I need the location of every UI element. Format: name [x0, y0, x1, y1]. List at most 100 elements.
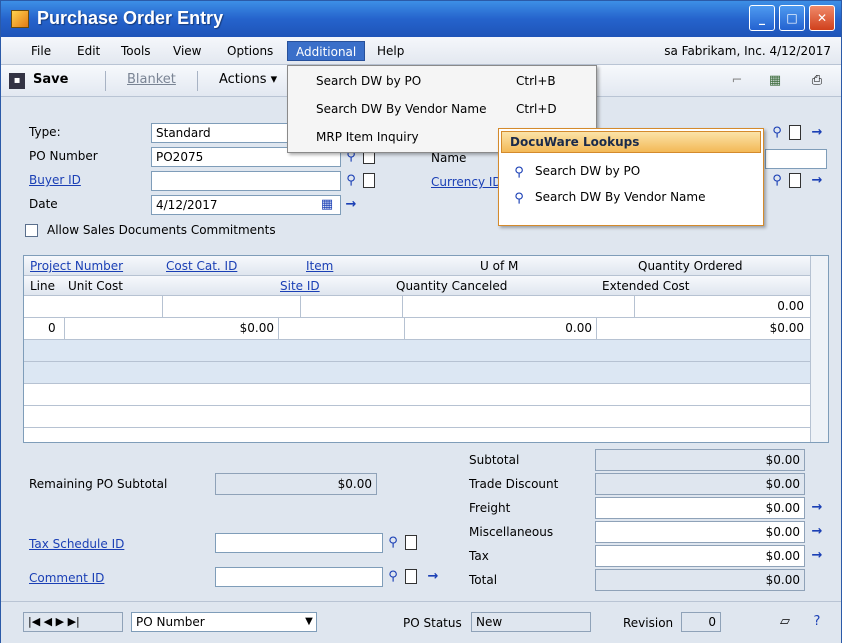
tax-field[interactable]: $0.00	[595, 545, 805, 567]
line-cell[interactable]: 0	[48, 318, 56, 338]
date-field[interactable]: 4/12/2017	[151, 195, 341, 215]
grid-header-row: Project Number Cost Cat. ID Item U of M …	[24, 256, 810, 276]
site-id-column[interactable]: Site ID	[280, 276, 320, 296]
freight-expand-icon[interactable]: →	[809, 500, 825, 516]
maximize-button[interactable]: □	[779, 5, 805, 31]
u-of-m-column: U of M	[480, 259, 519, 273]
sort-by-select[interactable]: PO Number	[131, 612, 317, 632]
vendor-expand-icon[interactable]: →	[809, 125, 825, 141]
subtotal-field: $0.00	[595, 449, 805, 471]
vendor-name-label: Name	[431, 151, 467, 165]
menu-edit[interactable]: Edit	[69, 41, 108, 61]
tax-schedule-id-field[interactable]	[215, 533, 383, 553]
grid-scrollbar[interactable]	[810, 256, 828, 442]
blanket-button[interactable]: Blanket	[127, 72, 176, 87]
search-icon: ⚲	[514, 191, 524, 206]
close-button[interactable]: ✕	[809, 5, 835, 31]
save-button[interactable]: Save	[33, 72, 68, 87]
table-row[interactable]	[24, 406, 810, 428]
currency-note-icon[interactable]	[789, 173, 801, 188]
record-navigation[interactable]: |◀ ◀ ▶ ▶|	[23, 612, 123, 632]
menu-view[interactable]: View	[165, 41, 209, 61]
note-icon[interactable]: ▱	[777, 614, 793, 630]
remaining-po-subtotal-label: Remaining PO Subtotal	[29, 477, 168, 491]
buyer-id-field[interactable]	[151, 171, 341, 191]
comment-id-link[interactable]: Comment ID	[29, 571, 104, 585]
actions-button[interactable]: Actions ▾	[219, 72, 277, 87]
note-icon[interactable]	[405, 535, 417, 550]
miscellaneous-field[interactable]: $0.00	[595, 521, 805, 543]
menu-file[interactable]: File	[23, 41, 59, 61]
table-row[interactable]: 0.00	[24, 296, 810, 318]
table-row[interactable]: 0 $0.00 0.00 $0.00	[24, 318, 810, 340]
note-icon[interactable]	[363, 173, 375, 188]
shortcut-label: Ctrl+B	[516, 74, 556, 88]
quantity-cell[interactable]: 0.00	[504, 318, 592, 338]
po-number-label: PO Number	[29, 149, 98, 163]
cost-cat-id-column[interactable]: Cost Cat. ID	[166, 256, 237, 276]
app-icon	[11, 10, 29, 28]
total-label: Total	[469, 573, 498, 587]
table-row[interactable]	[24, 362, 810, 384]
expand-arrow-icon[interactable]: →	[343, 197, 359, 213]
menu-tools[interactable]: Tools	[113, 41, 159, 61]
buyer-id-link[interactable]: Buyer ID	[29, 173, 81, 187]
tax-expand-icon[interactable]: →	[809, 548, 825, 564]
lookup-icon[interactable]: ⚲	[385, 535, 401, 551]
menu-item-mrp-item-inquiry[interactable]: MRP Item Inquiry	[316, 130, 419, 144]
trade-discount-field[interactable]: $0.00	[595, 473, 805, 495]
comment-id-field[interactable]	[215, 567, 383, 587]
menu-options[interactable]: Options	[219, 41, 281, 61]
freight-field[interactable]: $0.00	[595, 497, 805, 519]
extended-cost-cell[interactable]: 0.00	[777, 296, 804, 316]
table-row[interactable]	[24, 384, 810, 406]
note-icon[interactable]: ⌐	[729, 73, 745, 89]
vendor-note-icon[interactable]	[789, 125, 801, 140]
calendar-icon[interactable]: ▦	[319, 197, 335, 213]
window-title: Purchase Order Entry	[37, 8, 224, 28]
allow-sales-commitments-label: Allow Sales Documents Commitments	[47, 223, 276, 237]
table-row[interactable]	[24, 340, 810, 362]
line-column: Line	[30, 279, 56, 293]
menu-item-search-dw-by-po[interactable]: Search DW by PO	[316, 74, 421, 88]
note-icon[interactable]	[405, 569, 417, 584]
minimize-button[interactable]: _	[749, 5, 775, 31]
toolbar-separator	[105, 71, 106, 91]
lookup-icon[interactable]: ⚲	[343, 173, 359, 189]
type-label: Type:	[29, 125, 61, 139]
status-bar: |◀ ◀ ▶ ▶| PO Number ▼ PO Status New Revi…	[1, 601, 841, 643]
extended-cost-cell[interactable]: $0.00	[770, 318, 804, 338]
type-select[interactable]: Standard	[151, 123, 289, 143]
tax-schedule-id-link[interactable]: Tax Schedule ID	[29, 537, 124, 551]
grid-header-row: Line Unit Cost Site ID Quantity Canceled…	[24, 276, 810, 296]
help-icon[interactable]: ?	[809, 614, 825, 630]
tax-label: Tax	[469, 549, 489, 563]
project-number-column[interactable]: Project Number	[30, 256, 123, 276]
allow-sales-commitments-checkbox[interactable]	[25, 224, 38, 237]
misc-expand-icon[interactable]: →	[809, 524, 825, 540]
lookup-icon[interactable]: ⚲	[385, 569, 401, 585]
po-status-label: PO Status	[403, 616, 462, 630]
menu-bar: File Edit Tools View Options Additional …	[1, 37, 841, 65]
quantity-canceled-column: Quantity Canceled	[396, 279, 508, 293]
currency-expand-icon[interactable]: →	[809, 173, 825, 189]
vendor-lookup-icon[interactable]: ⚲	[769, 125, 785, 141]
print-icon[interactable]: ⎙	[809, 73, 825, 89]
menu-help[interactable]: Help	[369, 41, 412, 61]
expand-arrow-icon[interactable]: →	[425, 569, 441, 585]
currency-id-link[interactable]: Currency ID	[431, 175, 502, 189]
search-icon: ⚲	[514, 165, 524, 180]
docuware-search-by-po[interactable]: Search DW by PO	[535, 164, 640, 178]
report-icon[interactable]: ▦	[767, 73, 783, 89]
menu-additional[interactable]: Additional	[287, 41, 366, 61]
currency-lookup-icon[interactable]: ⚲	[769, 173, 785, 189]
chevron-down-icon[interactable]: ▼	[301, 614, 317, 630]
trade-discount-label: Trade Discount	[469, 477, 559, 491]
docuware-search-by-vendor[interactable]: Search DW By Vendor Name	[535, 190, 705, 204]
company-date-info: sa Fabrikam, Inc. 4/12/2017	[664, 44, 831, 58]
vendor-name-field[interactable]	[765, 149, 827, 169]
menu-item-search-dw-by-vendor[interactable]: Search DW By Vendor Name	[316, 102, 486, 116]
unit-cost-cell[interactable]: $0.00	[184, 318, 274, 338]
item-column[interactable]: Item	[306, 256, 333, 276]
shortcut-label: Ctrl+D	[516, 102, 557, 116]
